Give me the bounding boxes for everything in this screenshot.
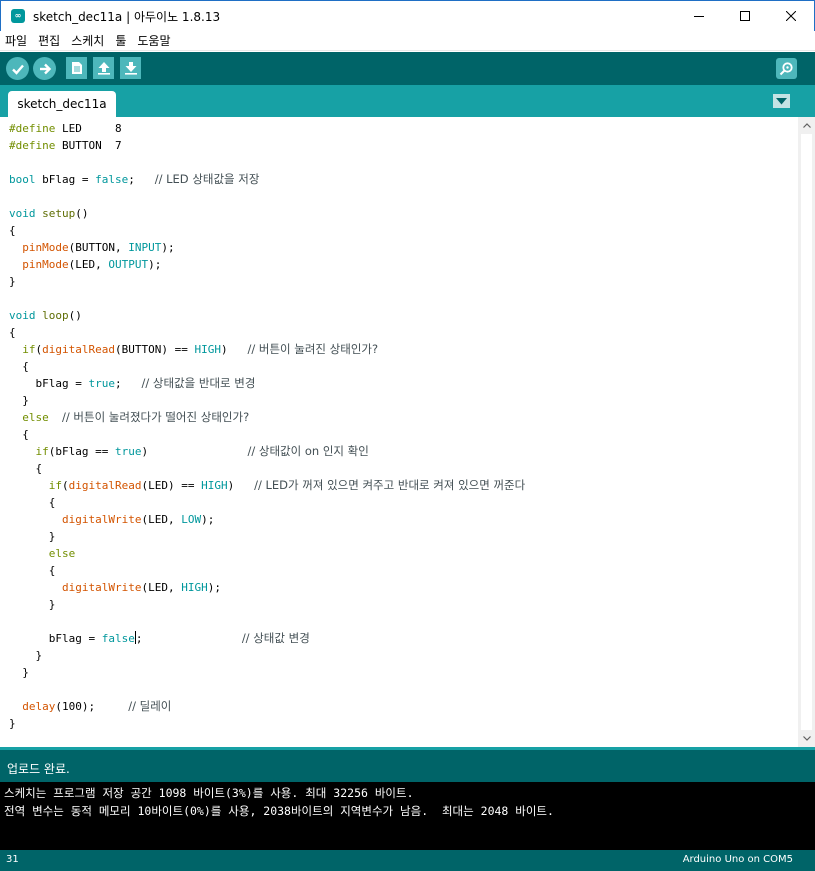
code-line: if(digitalRead(LED) == HIGH) // LED가 꺼져 … xyxy=(48,478,526,492)
console-line: 전역 변수는 동적 메모리 10바이트(0%)를 사용, 2038바이트의 지역… xyxy=(4,804,554,818)
code-line: digitalWrite(LED, LOW); xyxy=(61,513,215,526)
code-line: void setup() xyxy=(9,207,89,220)
footer-bar: 31 Arduino Uno on COM5 xyxy=(0,850,815,871)
toolbar xyxy=(0,52,815,85)
text-caret xyxy=(134,631,136,644)
save-button[interactable] xyxy=(120,57,141,79)
code-line: else // 버튼이 눌려졌다가 떨어진 상태인가? xyxy=(22,410,250,424)
upload-button[interactable] xyxy=(33,57,56,80)
menu-tools[interactable]: 툴 xyxy=(110,32,132,49)
scroll-up-button[interactable] xyxy=(798,117,815,134)
code-line: void loop() xyxy=(9,309,82,322)
close-button[interactable] xyxy=(768,1,814,31)
close-icon xyxy=(786,11,796,21)
code-line: #define LED 8 xyxy=(9,122,122,135)
code-line: } xyxy=(9,530,56,543)
status-bar: 업로드 완료. xyxy=(0,747,815,782)
code-editor[interactable]: #define LED 8 #define BUTTON 7 bool bFla… xyxy=(0,117,815,747)
serial-monitor-button[interactable] xyxy=(776,58,797,79)
console-output[interactable]: 스케치는 프로그램 저장 공간 1098 바이트(3%)를 사용. 최대 322… xyxy=(0,782,815,850)
console-line: 스케치는 프로그램 저장 공간 1098 바이트(3%)를 사용. 최대 322… xyxy=(4,786,414,800)
new-button[interactable] xyxy=(66,57,87,79)
code-line: else xyxy=(48,547,76,560)
scroll-thumb[interactable] xyxy=(801,134,812,730)
upload-arrow-icon xyxy=(39,63,51,74)
board-port-label: Arduino Uno on COM5 xyxy=(682,854,793,865)
editor-scrollbar[interactable] xyxy=(798,117,815,747)
title-bar: ∞ sketch_dec11a | 아두이노 1.8.13 xyxy=(0,0,815,31)
code-line: } xyxy=(9,717,16,730)
code-line: { xyxy=(9,496,56,509)
code-line: { xyxy=(9,224,16,237)
code-line: { xyxy=(9,326,16,339)
status-message: 업로드 완료. xyxy=(7,762,70,776)
code-line: } xyxy=(9,598,56,611)
tab-strip: sketch_dec11a xyxy=(0,85,815,117)
menu-edit[interactable]: 편집 xyxy=(33,32,66,49)
code-line: } xyxy=(9,275,16,288)
window-title: sketch_dec11a | 아두이노 1.8.13 xyxy=(33,9,221,24)
code-line: { xyxy=(9,564,56,577)
code-line: pinMode(BUTTON, INPUT); xyxy=(22,241,175,254)
tab-menu-button[interactable] xyxy=(773,94,790,108)
new-file-icon xyxy=(71,62,82,74)
tab-sketch[interactable]: sketch_dec11a xyxy=(8,91,116,117)
maximize-icon xyxy=(740,11,750,21)
code-line: delay(100); // 딜레이 xyxy=(22,699,172,713)
code-line: bFlag = true; // 상태값을 반대로 변경 xyxy=(9,376,256,390)
code-line: #define BUTTON 7 xyxy=(9,139,122,152)
chevron-up-icon xyxy=(802,123,811,128)
code-line: bFlag = false; // 상태값 변경 xyxy=(9,631,310,645)
minimize-icon xyxy=(694,16,704,17)
code-line: bool bFlag = false; // LED 상태값을 저장 xyxy=(9,172,260,186)
scroll-down-button[interactable] xyxy=(798,730,815,747)
maximize-button[interactable] xyxy=(722,1,768,31)
open-button[interactable] xyxy=(93,57,114,79)
code-line: } xyxy=(9,649,43,662)
arduino-logo-icon: ∞ xyxy=(11,9,25,23)
minimize-button[interactable] xyxy=(676,1,722,31)
code-line: { xyxy=(9,360,29,373)
menu-help[interactable]: 도움말 xyxy=(132,32,176,49)
menu-bar: 파일 편집 스케치 툴 도움말 xyxy=(0,31,815,51)
code-line: if(bFlag == true) // 상태값이 on 인지 확인 xyxy=(35,444,369,458)
line-number: 31 xyxy=(6,854,19,865)
code-line: } xyxy=(9,666,29,679)
verify-check-icon xyxy=(11,64,24,75)
code-line: { xyxy=(9,428,29,441)
chevron-down-icon xyxy=(776,97,787,104)
serial-monitor-magnifier-icon xyxy=(779,62,793,76)
code-line: } xyxy=(9,394,29,407)
save-down-arrow-icon xyxy=(124,62,137,75)
menu-file[interactable]: 파일 xyxy=(0,32,33,49)
menu-sketch[interactable]: 스케치 xyxy=(66,32,110,49)
verify-button[interactable] xyxy=(6,57,29,80)
code-line: digitalWrite(LED, HIGH); xyxy=(61,581,221,594)
chevron-down-icon xyxy=(802,736,811,741)
open-up-arrow-icon xyxy=(97,62,110,75)
code-line: if(digitalRead(BUTTON) == HIGH) // 버튼이 눌… xyxy=(22,342,379,356)
code-line: { xyxy=(9,462,43,475)
code-line: pinMode(LED, OUTPUT); xyxy=(22,258,162,271)
code-area[interactable]: #define LED 8 #define BUTTON 7 bool bFla… xyxy=(9,120,799,732)
